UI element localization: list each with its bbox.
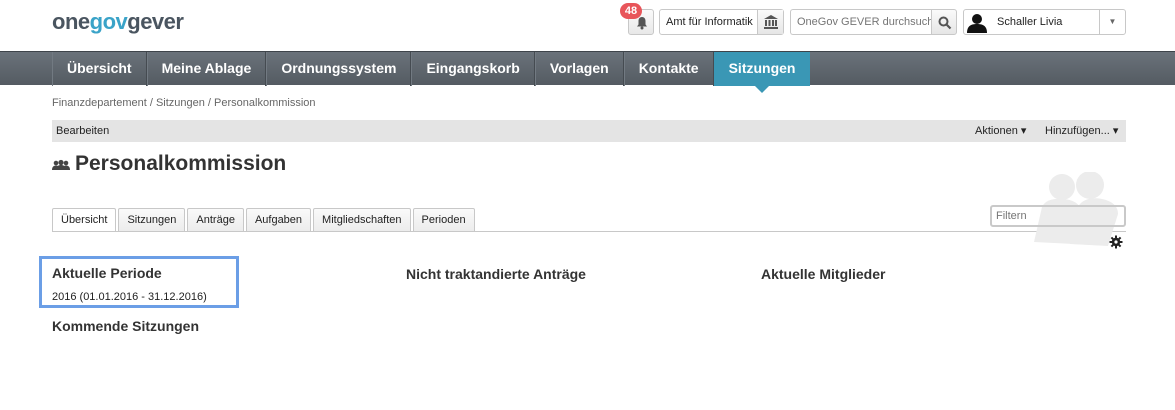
tab-sitzungen[interactable]: Sitzungen <box>118 208 186 232</box>
edit-button[interactable]: Bearbeiten <box>56 120 109 142</box>
chevron-down-icon[interactable]: ▼ <box>1099 10 1125 34</box>
org-unit-label: Amt für Informatik <box>666 16 753 28</box>
upcoming-meetings-title: Kommende Sitzungen <box>52 318 200 334</box>
building-icon <box>764 15 778 29</box>
nav-item-ordnungssystem[interactable]: Ordnungssystem <box>266 52 412 86</box>
avatar <box>966 11 988 33</box>
tab-uebersicht[interactable]: Übersicht <box>52 208 117 232</box>
current-members-title: Aktuelle Mitglieder <box>761 266 886 282</box>
logo-part-gever: gever <box>127 9 184 34</box>
org-unit-button[interactable] <box>757 10 783 34</box>
nav-item-vorlagen[interactable]: Vorlagen <box>534 52 624 86</box>
current-period-value[interactable]: 2016 (01.01.2016 - 31.12.2016) <box>52 291 207 303</box>
search-input[interactable] <box>790 9 932 35</box>
nav-item-kontakte[interactable]: Kontakte <box>623 52 714 86</box>
tab-antraege[interactable]: Anträge <box>187 208 244 232</box>
unscheduled-proposals-title: Nicht traktandierte Anträge <box>406 266 586 282</box>
search-icon <box>938 16 952 30</box>
filter-input[interactable] <box>990 205 1126 227</box>
group-icon <box>52 159 70 170</box>
page-title: Personalkommission <box>75 152 287 175</box>
tab-bar: Übersicht Sitzungen Anträge Aufgaben Mit… <box>52 208 477 232</box>
tab-perioden[interactable]: Perioden <box>412 208 475 232</box>
nav-item-meine-ablage[interactable]: Meine Ablage <box>146 52 267 86</box>
user-name: Schaller Livia <box>997 16 1063 28</box>
main-navigation: Übersicht Meine Ablage Ordnungssystem Ei… <box>0 51 1175 93</box>
tab-divider <box>52 231 1126 232</box>
notification-count-badge: 48 <box>620 3 642 19</box>
tab-mitgliedschaften[interactable]: Mitgliedschaften <box>313 208 411 232</box>
add-menu[interactable]: Hinzufügen... ▾ <box>1045 120 1118 142</box>
action-toolbar: Bearbeiten Aktionen ▾ Hinzufügen... ▾ <box>52 120 1126 142</box>
logo-part-gov: gov <box>89 9 128 34</box>
org-unit-selector[interactable]: Amt für Informatik <box>659 9 784 35</box>
tab-aufgaben[interactable]: Aufgaben <box>245 208 312 232</box>
breadcrumb[interactable]: Finanzdepartement / Sitzungen / Personal… <box>52 97 316 109</box>
current-period-title: Aktuelle Periode <box>52 265 162 281</box>
search-button[interactable] <box>931 9 957 35</box>
nav-item-eingangskorb[interactable]: Eingangskorb <box>411 52 535 86</box>
actions-menu[interactable]: Aktionen ▾ <box>975 120 1026 142</box>
user-menu[interactable]: Schaller Livia ▼ <box>963 9 1126 35</box>
nav-item-sitzungen[interactable]: Sitzungen <box>713 52 811 93</box>
gear-icon[interactable] <box>1109 235 1123 249</box>
logo-part-one: one <box>52 9 90 34</box>
logo[interactable]: onegovgever <box>52 9 184 35</box>
nav-item-uebersicht[interactable]: Übersicht <box>52 52 147 86</box>
